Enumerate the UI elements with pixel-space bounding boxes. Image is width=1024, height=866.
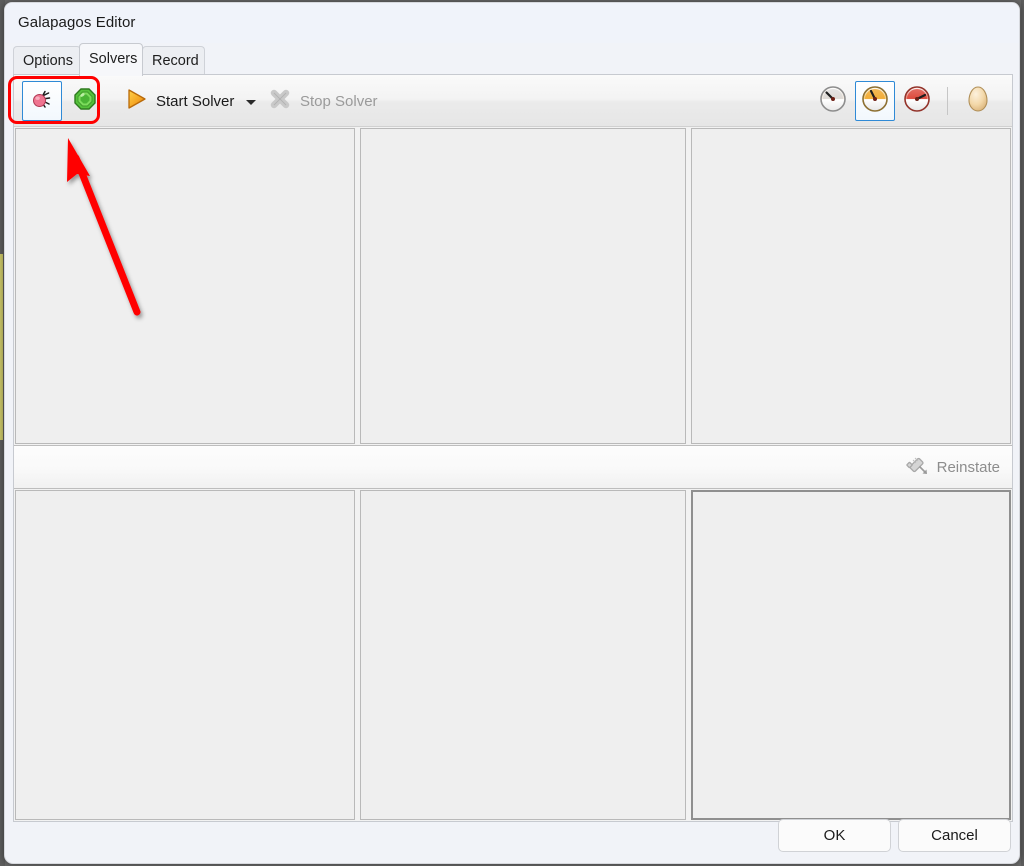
toolbar-separator xyxy=(947,87,948,115)
reinstate-button[interactable]: Reinstate xyxy=(899,450,1006,484)
speed-fast-button[interactable] xyxy=(897,81,937,121)
panel-top-right[interactable] xyxy=(691,128,1011,444)
cross-icon xyxy=(266,85,294,118)
speed-slow-button[interactable] xyxy=(813,81,853,121)
splitter-top-1[interactable] xyxy=(356,127,359,445)
panel-bottom-middle[interactable] xyxy=(360,490,686,820)
panel-top-middle[interactable] xyxy=(360,128,686,444)
tab-record[interactable]: Record xyxy=(142,46,205,75)
reinstate-toolbar: Reinstate xyxy=(14,445,1012,489)
solver-mode-button-group xyxy=(22,81,105,121)
reinstate-label: Reinstate xyxy=(936,458,1000,476)
start-solver-dropdown-icon[interactable] xyxy=(246,100,257,105)
gauge-fast-icon xyxy=(902,84,932,119)
tab-options[interactable]: Options xyxy=(13,46,81,75)
ok-button[interactable]: OK xyxy=(778,819,891,852)
start-solver-button[interactable]: Start Solver xyxy=(122,81,257,121)
cancel-button[interactable]: Cancel xyxy=(898,819,1011,852)
galapagos-editor-window: Galapagos Editor Options Solvers Record xyxy=(4,2,1020,864)
background-olive-sliver xyxy=(0,254,3,440)
solvers-toolbar: Start Solver Stop Solver xyxy=(14,75,1012,127)
gauge-slow-icon xyxy=(818,84,848,119)
speed-medium-button[interactable] xyxy=(855,81,895,121)
panel-top-left[interactable] xyxy=(15,128,355,444)
syringe-icon xyxy=(905,452,931,483)
splitter-bottom-1[interactable] xyxy=(356,489,359,821)
solvers-tab-page: Start Solver Stop Solver Reinstate xyxy=(13,74,1013,822)
splitter-bottom-2[interactable] xyxy=(687,489,690,821)
gem-icon xyxy=(72,86,98,117)
speed-button-group xyxy=(813,81,998,121)
stop-solver-button[interactable]: Stop Solver xyxy=(266,81,378,121)
splitter-top-2[interactable] xyxy=(687,127,690,445)
window-title: Galapagos Editor xyxy=(18,14,136,31)
start-solver-label: Start Solver xyxy=(156,92,235,110)
simulated-annealing-solver-button[interactable] xyxy=(22,81,62,121)
egg-icon xyxy=(963,84,993,119)
dialog-footer: OK Cancel xyxy=(5,819,1019,863)
top-panel-row xyxy=(14,127,1012,445)
tab-solvers[interactable]: Solvers xyxy=(79,43,143,76)
egg-button[interactable] xyxy=(958,81,998,121)
panel-bottom-left[interactable] xyxy=(15,490,355,820)
panel-bottom-right[interactable] xyxy=(691,490,1011,820)
title-bar[interactable]: Galapagos Editor xyxy=(5,3,1019,43)
bottom-panel-row xyxy=(14,489,1012,821)
stop-solver-label: Stop Solver xyxy=(300,92,378,110)
genetic-solver-button[interactable] xyxy=(65,81,105,121)
screenshot-root: Galapagos Editor Options Solvers Record xyxy=(0,0,1024,866)
bug-icon xyxy=(29,86,55,117)
tab-strip: Options Solvers Record xyxy=(5,43,1019,76)
gauge-medium-icon xyxy=(860,84,890,119)
play-icon xyxy=(122,85,150,118)
